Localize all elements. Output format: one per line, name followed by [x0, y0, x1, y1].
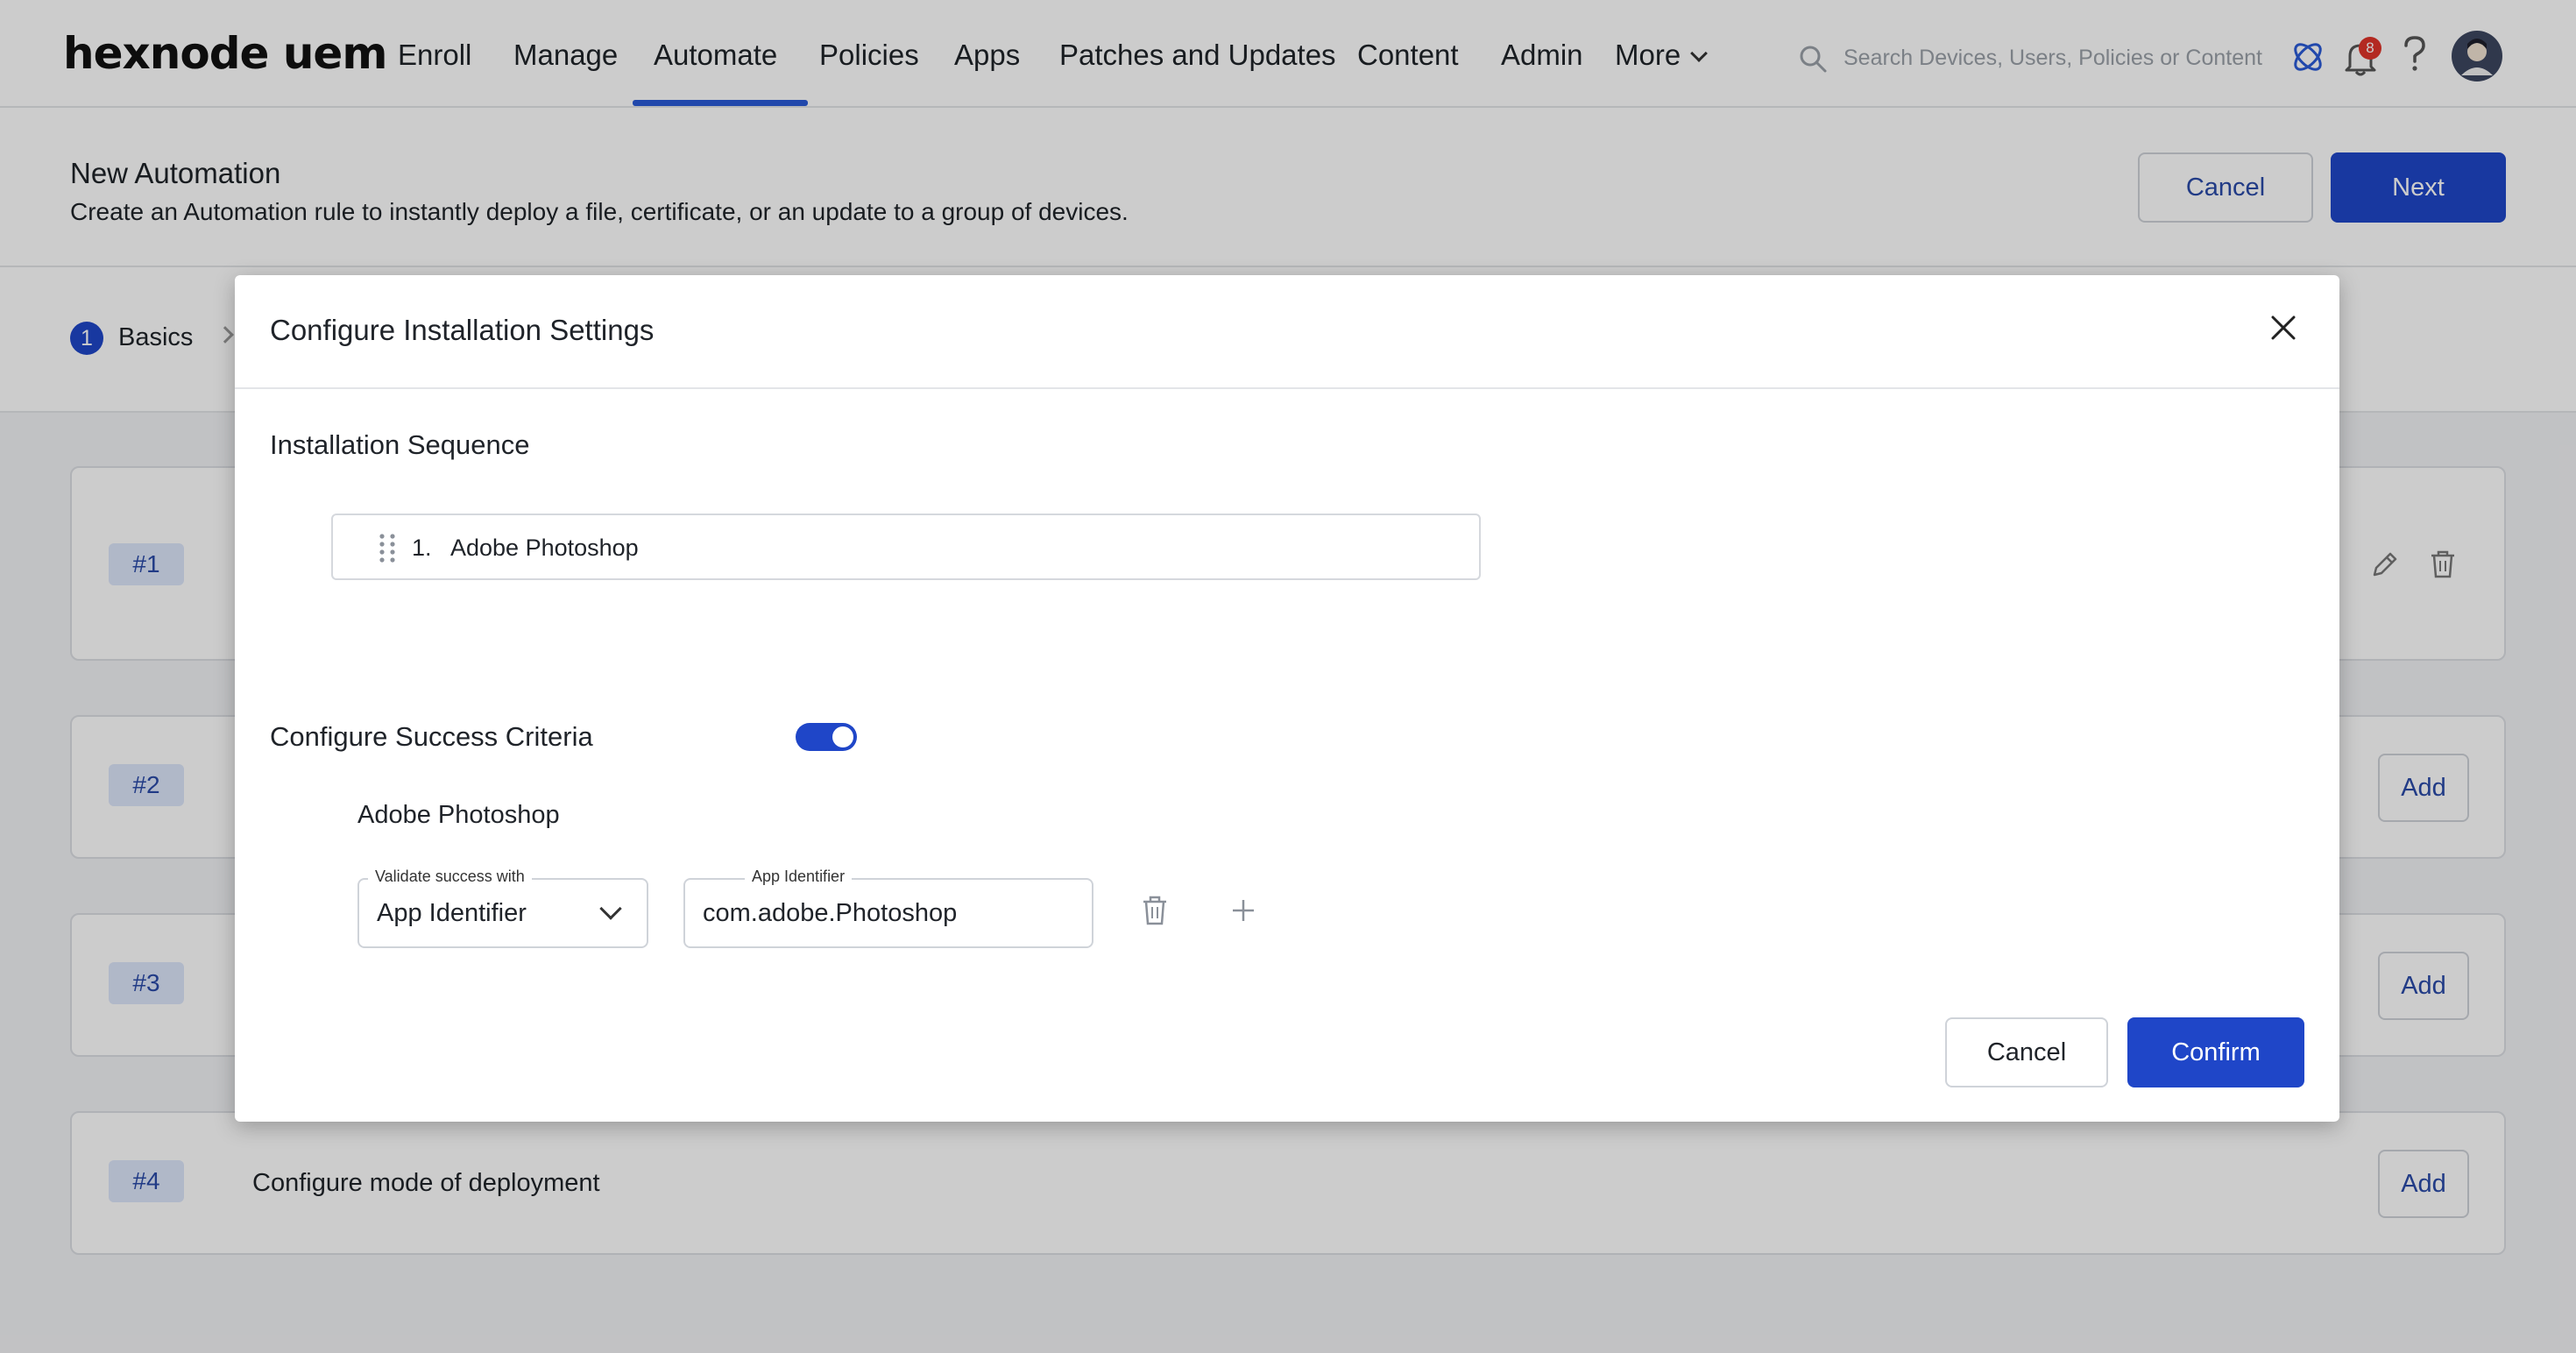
chevron-down-icon	[599, 897, 622, 920]
drag-handle-icon[interactable]	[377, 533, 398, 564]
criteria-app-name: Adobe Photoshop	[357, 801, 560, 829]
validate-success-select[interactable]: Validate success with App Identifier	[357, 868, 648, 948]
app-identifier-label: App Identifier	[745, 868, 853, 886]
sequence-app-name: Adobe Photoshop	[450, 535, 639, 561]
modal-divider	[235, 387, 2339, 389]
confirm-button[interactable]: Confirm	[2127, 1017, 2304, 1087]
sequence-index: 1.	[412, 535, 432, 561]
toggle-knob	[832, 726, 853, 747]
success-criteria-toggle[interactable]	[796, 723, 857, 751]
modal-title: Configure Installation Settings	[270, 314, 655, 346]
modal-cancel-button[interactable]: Cancel	[1945, 1017, 2108, 1087]
sequence-item[interactable]: 1. Adobe Photoshop	[331, 514, 1481, 580]
validate-success-value: App Identifier	[377, 899, 527, 927]
validate-success-label: Validate success with	[368, 868, 532, 886]
add-icon[interactable]	[1230, 897, 1256, 924]
close-icon[interactable]	[2266, 310, 2301, 345]
success-criteria-title: Configure Success Criteria	[270, 721, 593, 752]
app-identifier-value: com.adobe.Photoshop	[703, 899, 958, 927]
installation-sequence-title: Installation Sequence	[270, 429, 530, 460]
app-identifier-input[interactable]: App Identifier com.adobe.Photoshop	[683, 868, 1093, 948]
configure-installation-modal: Configure Installation Settings Installa…	[235, 275, 2339, 1122]
trash-icon[interactable]	[1141, 894, 1169, 927]
